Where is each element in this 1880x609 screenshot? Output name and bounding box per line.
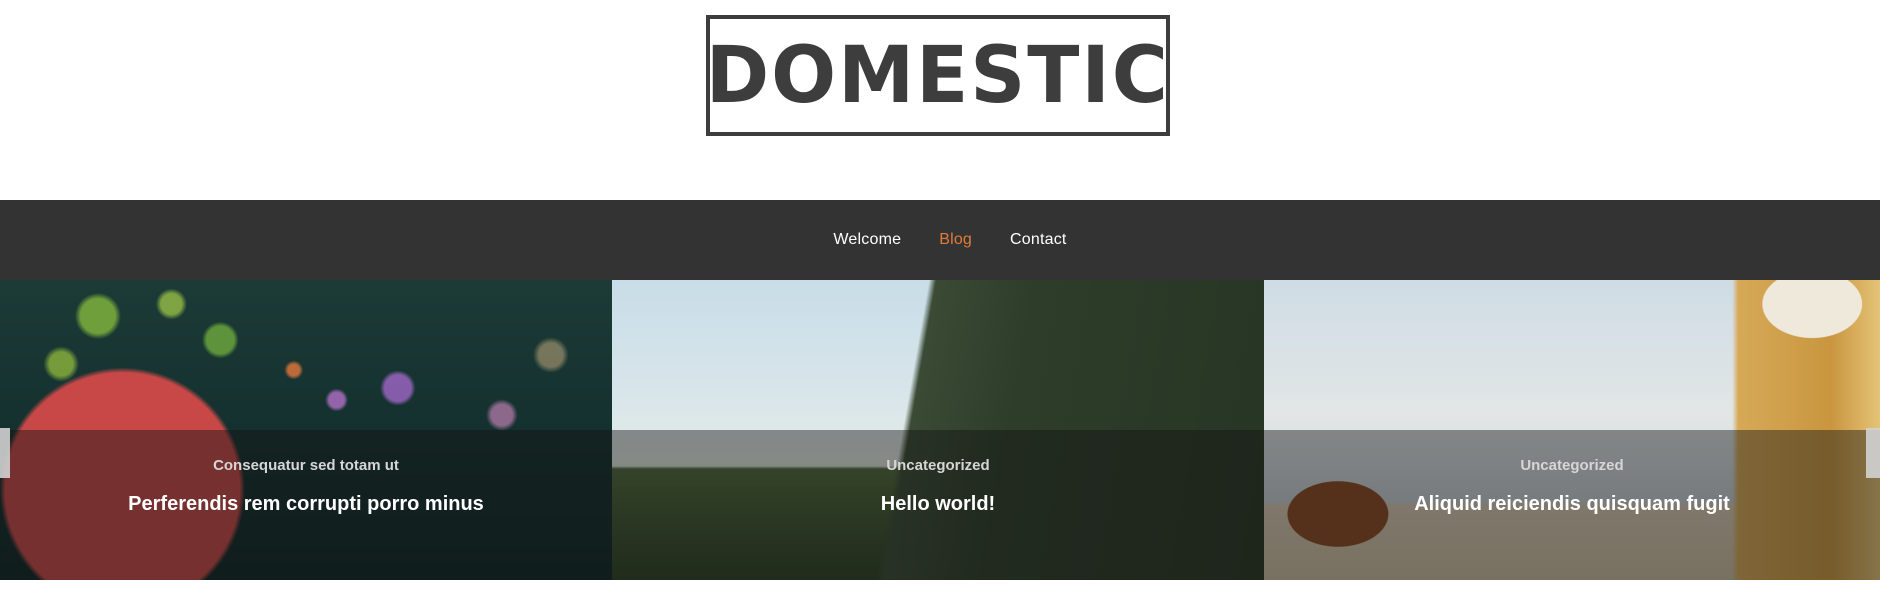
main-navigation: Welcome Blog Contact	[0, 200, 1880, 280]
site-logo-text: DOMESTIC	[705, 30, 1171, 121]
nav-item-blog[interactable]: Blog	[939, 231, 972, 249]
chevron-left-icon[interactable]	[0, 428, 10, 478]
featured-posts-slider: Consequatur sed totam ut Perferendis rem…	[0, 280, 1880, 580]
chevron-right-icon[interactable]	[1866, 428, 1880, 478]
nav-item-contact[interactable]: Contact	[1010, 231, 1067, 249]
slide-post-1[interactable]: Consequatur sed totam ut Perferendis rem…	[0, 280, 612, 580]
site-logo[interactable]: DOMESTIC	[706, 15, 1170, 136]
slide-title[interactable]: Perferendis rem corrupti porro minus	[0, 493, 612, 516]
site-header: DOMESTIC	[0, 0, 1880, 200]
slide-post-3[interactable]: Uncategorized Aliquid reiciendis quisqua…	[1264, 280, 1880, 580]
slide-title[interactable]: Aliquid reiciendis quisquam fugit	[1264, 493, 1880, 516]
slide-post-2[interactable]: Uncategorized Hello world!	[612, 280, 1264, 580]
slide-title[interactable]: Hello world!	[612, 493, 1264, 516]
slide-category[interactable]: Uncategorized	[612, 457, 1264, 474]
nav-item-welcome[interactable]: Welcome	[833, 231, 901, 249]
slide-category[interactable]: Consequatur sed totam ut	[0, 457, 612, 474]
slide-category[interactable]: Uncategorized	[1264, 457, 1880, 474]
